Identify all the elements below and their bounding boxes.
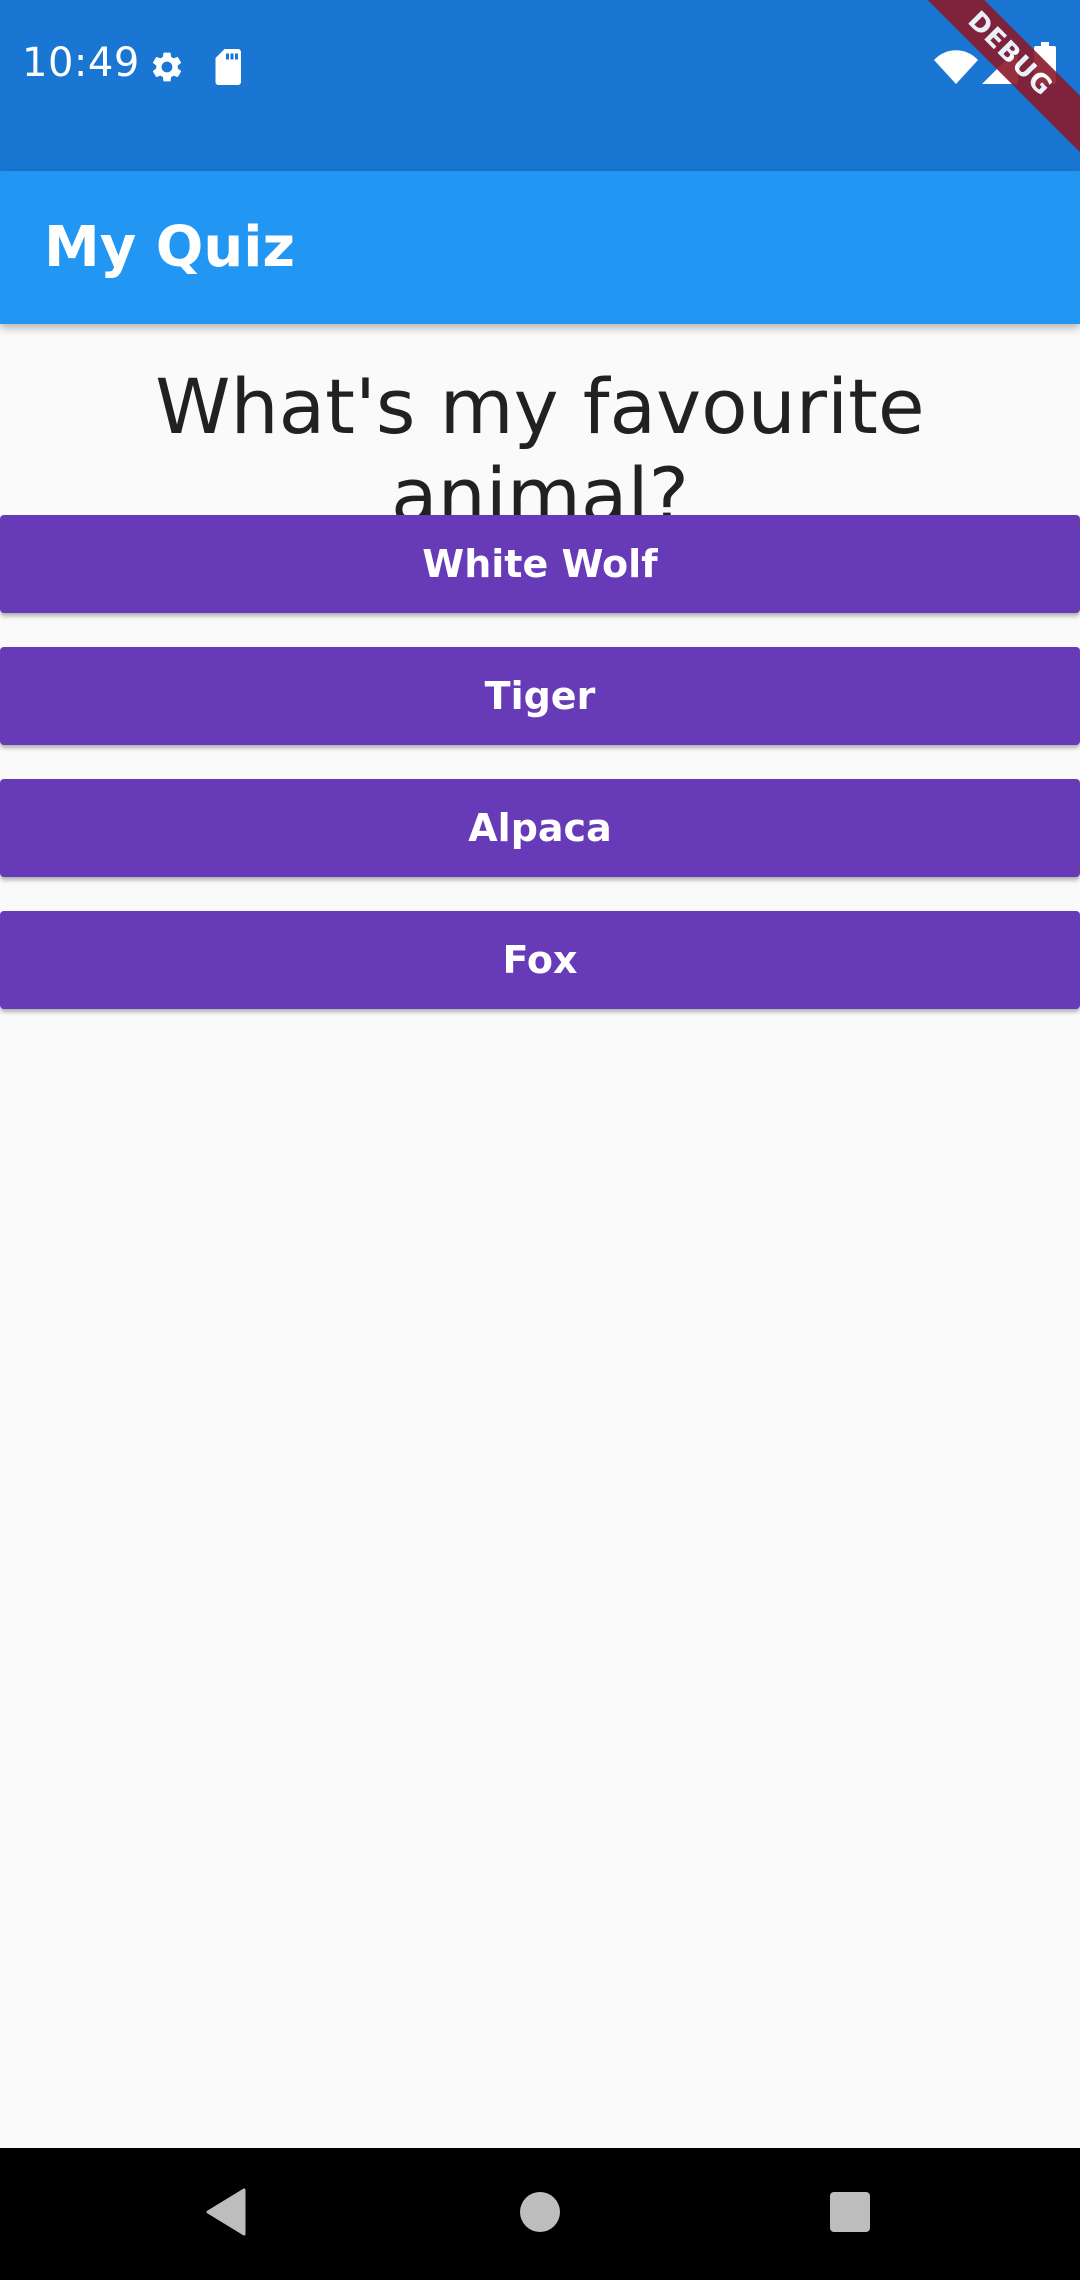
- answer-button-fox[interactable]: Fox: [0, 911, 1080, 1009]
- app-bar: My Quiz: [0, 171, 1080, 324]
- gear-icon: [152, 52, 182, 82]
- answer-button-tiger[interactable]: Tiger: [0, 647, 1080, 745]
- recents-icon[interactable]: [829, 2191, 871, 2233]
- wifi-icon: [934, 50, 978, 84]
- sd-card-icon: [215, 49, 241, 85]
- signal-icon: [982, 48, 1018, 84]
- answer-button-alpaca[interactable]: Alpaca: [0, 779, 1080, 877]
- home-icon[interactable]: [518, 2190, 562, 2234]
- answer-button-white-wolf[interactable]: White Wolf: [0, 515, 1080, 613]
- question-text: What's my favourite animal?: [155, 362, 925, 540]
- navigation-bar: [0, 2148, 1080, 2280]
- app-title: My Quiz: [44, 215, 295, 280]
- back-icon[interactable]: [204, 2188, 248, 2236]
- status-time: 10:49: [22, 40, 140, 86]
- battery-icon: [1034, 42, 1056, 84]
- status-bar: 10:49: [0, 0, 1080, 171]
